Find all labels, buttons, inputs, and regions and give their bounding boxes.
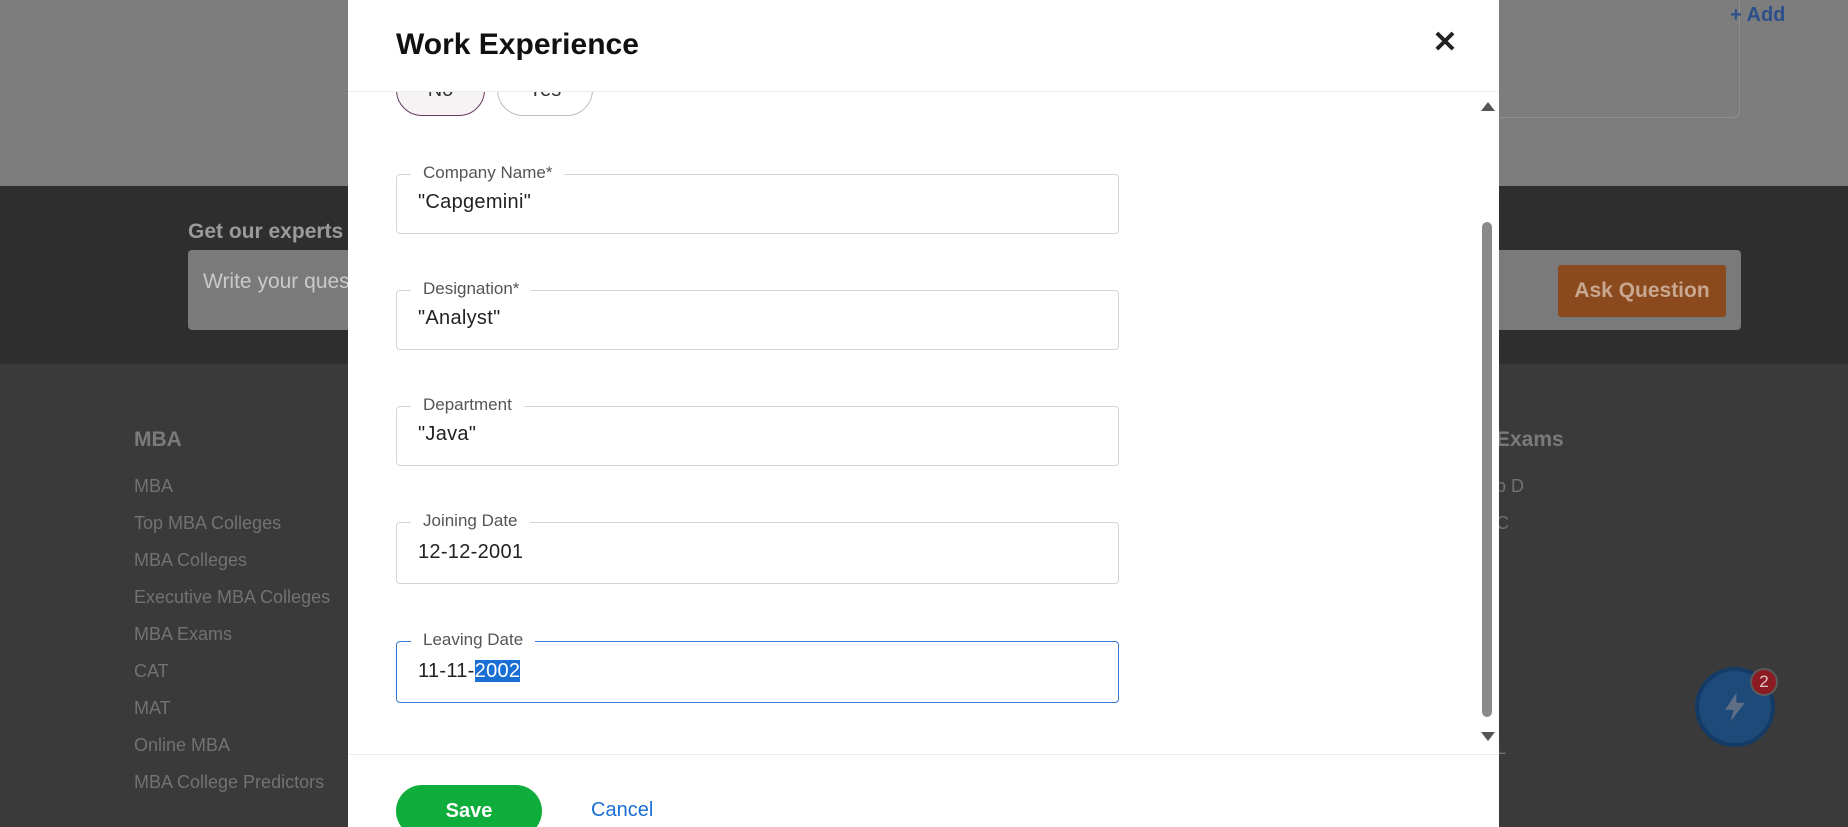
modal-footer: Save Cancel [348, 754, 1499, 827]
footer-link[interactable]: Online MBA [134, 734, 330, 771]
footer-link[interactable]: MBA [134, 475, 330, 512]
footer-link[interactable]: p D [1496, 475, 1524, 512]
leaving-date-label: Leaving Date [411, 630, 536, 650]
joining-date-field[interactable]: Joining Date 12-12-2001 [396, 511, 1119, 584]
footer-link[interactable]: MBA College Predictors [134, 771, 330, 808]
modal-body: No Yes Company Name* "Capgemini" Designa… [348, 92, 1499, 754]
footer-link[interactable]: Executive MBA Colleges [134, 586, 330, 623]
company-name-value: "Capgemini" [418, 191, 532, 213]
footer-link[interactable]: C [1496, 512, 1524, 549]
leaving-date-field[interactable]: Leaving Date 11-11-2002 [396, 630, 1119, 703]
scrollbar-thumb[interactable] [1482, 222, 1492, 717]
footer-link[interactable]: MBA Colleges [134, 549, 330, 586]
ask-question-button[interactable]: Ask Question [1558, 265, 1726, 317]
lightning-icon [1725, 692, 1745, 722]
department-field[interactable]: Department "Java" [396, 395, 1119, 466]
footer-link[interactable]: CAT [134, 660, 330, 697]
add-link[interactable]: + Add [1730, 4, 1785, 27]
cancel-button[interactable]: Cancel [591, 799, 653, 822]
company-name-label: Company Name* [411, 163, 565, 183]
joining-date-value: 12-12-2001 [418, 541, 524, 563]
department-value: "Java" [418, 423, 477, 445]
scroll-up-arrow-icon[interactable] [1481, 102, 1495, 111]
modal-scrollbar[interactable] [1479, 102, 1495, 742]
designation-field[interactable]: Designation* "Analyst" [396, 279, 1119, 350]
designation-label: Designation* [411, 279, 532, 299]
leaving-date-selected-year: 2002 [474, 660, 521, 682]
scroll-down-arrow-icon[interactable] [1481, 732, 1495, 741]
close-icon[interactable]: ✕ [1430, 28, 1460, 58]
save-button[interactable]: Save [396, 785, 542, 827]
footer-heading-exams: Exams [1496, 428, 1564, 451]
ask-experts-title: Get our experts [188, 220, 344, 243]
modal-header: Work Experience ✕ [348, 0, 1499, 92]
work-experience-modal: Work Experience ✕ No Yes Company Name* "… [348, 0, 1499, 827]
question-placeholder: Write your ques [203, 270, 350, 293]
designation-value: "Analyst" [418, 307, 501, 329]
toggle-no-button[interactable]: No [396, 92, 485, 116]
footer-link[interactable]: Top MBA Colleges [134, 512, 330, 549]
department-label: Department [411, 395, 524, 415]
footer-links-exams: p D C [1496, 475, 1524, 549]
leaving-date-value: 11-11-2002 [418, 660, 521, 683]
modal-title: Work Experience [396, 28, 639, 61]
footer-heading-mba: MBA [134, 428, 182, 451]
footer-links-mba: MBA Top MBA Colleges MBA Colleges Execut… [134, 475, 330, 808]
toggle-yes-button[interactable]: Yes [497, 92, 593, 116]
company-name-field[interactable]: Company Name* "Capgemini" [396, 163, 1119, 234]
leaving-date-prefix: 11-11- [418, 660, 475, 682]
chat-notification-badge: 2 [1750, 668, 1778, 696]
footer-link[interactable]: MAT [134, 697, 330, 734]
joining-date-label: Joining Date [411, 511, 530, 531]
footer-link[interactable]: MBA Exams [134, 623, 330, 660]
